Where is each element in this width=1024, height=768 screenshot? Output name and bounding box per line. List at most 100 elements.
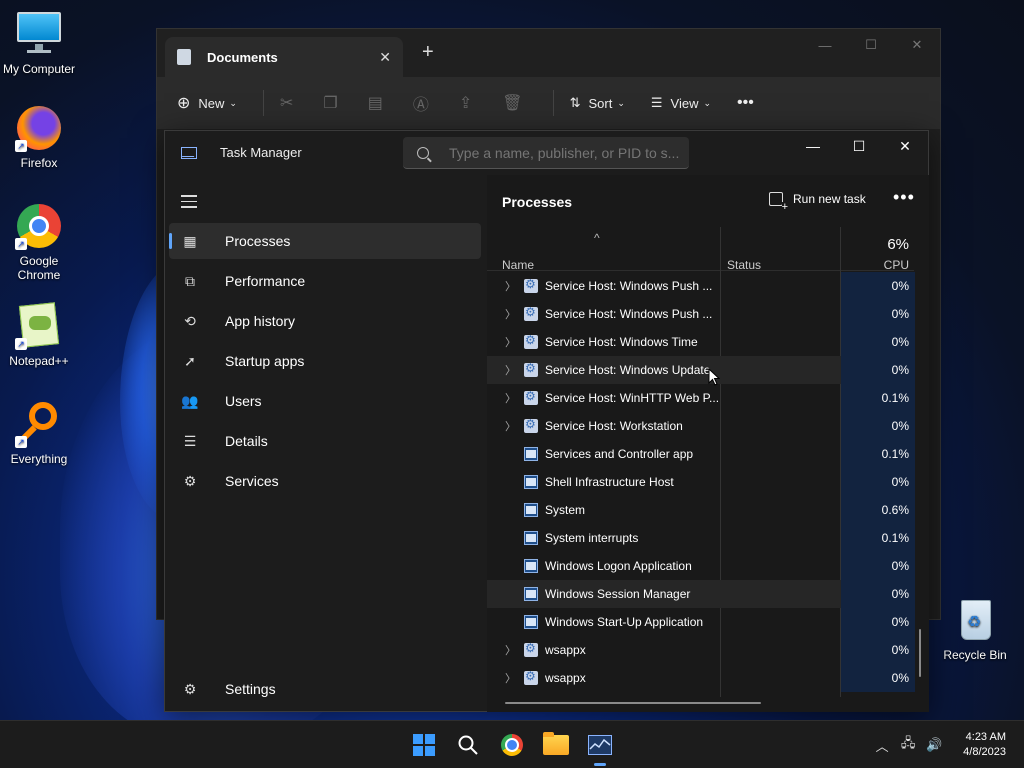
gear-icon: ⚙	[183, 680, 197, 697]
toolbar-divider	[552, 90, 554, 116]
search-box[interactable]	[403, 137, 689, 169]
chevron-right-icon[interactable]: 〉	[505, 418, 516, 434]
close-tab-icon[interactable]: ✕	[379, 49, 391, 66]
shortcut-arrow-icon: ↗	[15, 238, 27, 250]
chevron-up-icon[interactable]: ︿	[869, 736, 895, 755]
nav-item-processes[interactable]: ▦ Processes	[169, 223, 481, 259]
rename-button[interactable]: Ⓐ	[413, 91, 429, 115]
chevron-down-icon: ⌄	[617, 97, 625, 108]
nav-item-settings[interactable]: ⚙ Settings	[169, 671, 481, 707]
chevron-right-icon[interactable]: 〉	[505, 334, 516, 350]
service-host-icon	[524, 305, 538, 321]
sort-button[interactable]: ⇅ Sort ⌄	[570, 95, 625, 111]
service-host-icon	[524, 641, 538, 657]
processes-page: Processes Run new task ••• ^ Name Status…	[487, 175, 929, 712]
hamburger-menu-icon[interactable]	[181, 195, 197, 212]
run-new-task-button[interactable]: Run new task	[769, 192, 866, 212]
nav-item-users[interactable]: 👥 Users	[169, 383, 481, 419]
close-button[interactable]: ✕	[882, 131, 928, 161]
process-row[interactable]: 〉 wsappx 0%	[487, 664, 915, 692]
chrome-icon: ↗	[15, 202, 63, 250]
process-name: Windows Start-Up Application	[545, 615, 704, 629]
task-manager-titlebar[interactable]: Task Manager — ☐ ✕	[165, 131, 928, 175]
process-row[interactable]: 〉 Service Host: Windows Time 0%	[487, 328, 915, 356]
nav-item-app-history[interactable]: ⟲ App history	[169, 303, 481, 339]
view-button[interactable]: ☰ View ⌄	[651, 95, 711, 111]
desktop-icon-chrome[interactable]: ↗ Google Chrome	[0, 202, 78, 282]
see-more-button[interactable]: •••	[737, 94, 754, 112]
process-name: Service Host: Workstation	[545, 419, 683, 433]
delete-button[interactable]: 🗑	[502, 93, 522, 113]
more-options-icon[interactable]: •••	[893, 187, 915, 208]
maximize-button[interactable]: ☐	[848, 29, 894, 61]
volume-icon[interactable]: 🔊	[921, 737, 947, 753]
task-manager-window[interactable]: Task Manager — ☐ ✕ ▦ Processes ⧉ Perform…	[164, 130, 929, 712]
process-name: wsappx	[545, 671, 586, 685]
desktop-icon-recycle-bin[interactable]: ♻ Recycle Bin	[936, 596, 1014, 662]
desktop-icon-firefox[interactable]: ↗ Firefox	[0, 104, 78, 170]
chevron-right-icon[interactable]: 〉	[505, 670, 516, 686]
desktop-icon-notepad-plus-plus[interactable]: ↗ Notepad++	[0, 302, 78, 368]
process-row[interactable]: System interrupts 0.1%	[487, 524, 915, 552]
cut-button[interactable]: ✂	[280, 93, 293, 113]
process-row[interactable]: Services and Controller app 0.1%	[487, 440, 915, 468]
nav-item-services[interactable]: ⚙ Services	[169, 463, 481, 499]
minimize-button[interactable]: —	[790, 131, 836, 161]
process-row[interactable]: 〉 Service Host: Windows Push ... 0%	[487, 272, 915, 300]
chevron-right-icon[interactable]: 〉	[505, 306, 516, 322]
navigation-pane: ▦ Processes ⧉ Performance ⟲ App history …	[165, 175, 487, 712]
process-row[interactable]: 〉 Service Host: Workstation 0%	[487, 412, 915, 440]
desktop-icon-label: Firefox	[20, 156, 58, 170]
process-row[interactable]: Windows Start-Up Application 0%	[487, 608, 915, 636]
process-row[interactable]: 〉 Service Host: WinHTTP Web P... 0.1%	[487, 384, 915, 412]
copy-button[interactable]: ❐	[323, 93, 337, 113]
close-button[interactable]: ✕	[894, 29, 940, 61]
explorer-tab-documents[interactable]: Documents ✕	[165, 37, 403, 77]
taskbar-file-explorer[interactable]	[540, 729, 572, 761]
taskbar-task-manager[interactable]	[584, 729, 616, 766]
horizontal-scrollbar[interactable]	[505, 702, 761, 704]
new-button[interactable]: ⊕ New ⌄	[177, 93, 237, 113]
process-row-selected[interactable]: Windows Session Manager 0%	[487, 580, 915, 608]
column-header-name[interactable]: Name	[502, 258, 534, 272]
process-row-hovered[interactable]: 〉 Service Host: Windows Update 0%	[487, 356, 915, 384]
desktop-icon-my-computer[interactable]: My Computer	[0, 10, 78, 76]
process-row[interactable]: Windows Logon Application 0%	[487, 552, 915, 580]
chevron-right-icon[interactable]: 〉	[505, 642, 516, 658]
minimize-button[interactable]: —	[802, 29, 848, 61]
process-name: System	[545, 503, 586, 517]
explorer-command-bar: ⊕ New ⌄ ✂ ❐ ▤ Ⓐ ⇪ 🗑 ⇅ Sort ⌄ ☰ View ⌄ ••…	[157, 77, 940, 129]
process-name: Windows Logon Application	[545, 559, 692, 573]
chevron-down-icon: ⌄	[703, 97, 712, 108]
nav-item-performance[interactable]: ⧉ Performance	[169, 263, 481, 299]
network-icon[interactable]: 🖧	[895, 734, 921, 756]
column-header-cpu[interactable]: CPU	[884, 258, 909, 272]
new-tab-button[interactable]: +	[422, 41, 434, 64]
column-header-status[interactable]: Status	[727, 258, 761, 272]
chevron-right-icon[interactable]: 〉	[505, 390, 516, 406]
application-window-icon	[524, 503, 538, 517]
process-row[interactable]: 〉 Service Host: Windows Push ... 0%	[487, 300, 915, 328]
chevron-right-icon[interactable]: 〉	[505, 278, 516, 294]
toolbar-divider	[262, 90, 264, 116]
nav-item-startup-apps[interactable]: ➚ Startup apps	[169, 343, 481, 379]
share-button[interactable]: ⇪	[459, 93, 472, 113]
process-row[interactable]: Shell Infrastructure Host 0%	[487, 468, 915, 496]
vertical-scrollbar[interactable]	[919, 629, 921, 677]
clock[interactable]: 4:23 AM 4/8/2023	[963, 730, 1006, 760]
maximize-button[interactable]: ☐	[836, 131, 882, 161]
shortcut-arrow-icon: ↗	[15, 436, 27, 448]
chevron-right-icon[interactable]: 〉	[505, 362, 516, 378]
start-button[interactable]	[408, 729, 440, 761]
search-input[interactable]	[449, 144, 679, 161]
application-window-icon	[524, 475, 538, 489]
search-button[interactable]	[452, 729, 484, 761]
desktop-icon-everything[interactable]: ↗ Everything	[0, 400, 78, 466]
process-row[interactable]: System 0.6%	[487, 496, 915, 524]
nav-item-details[interactable]: ☰ Details	[169, 423, 481, 459]
taskbar-chrome[interactable]	[496, 729, 528, 761]
paste-button[interactable]: ▤	[368, 93, 383, 113]
process-row[interactable]: 〉 wsappx 0%	[487, 636, 915, 664]
nav-item-label: Performance	[225, 273, 306, 289]
explorer-titlebar[interactable]: Documents ✕ + — ☐ ✕	[157, 29, 940, 77]
